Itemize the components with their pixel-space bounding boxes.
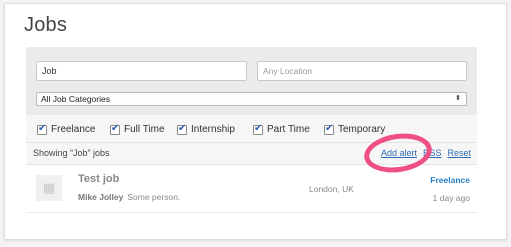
checkbox-checked-icon[interactable] — [324, 123, 334, 135]
filter-part-time[interactable]: Part Time — [253, 123, 310, 135]
job-location: London, UK — [309, 184, 354, 194]
location-placeholder: Any Location — [263, 66, 313, 76]
showing-keyword: Job — [73, 148, 88, 158]
filter-label: Internship — [191, 124, 235, 135]
location-input[interactable]: Any Location — [257, 61, 467, 81]
reset-link[interactable]: Reset — [447, 148, 471, 158]
category-select[interactable]: All Job Categories ⬍ — [36, 92, 467, 106]
showing-prefix: Showing “ — [33, 148, 74, 158]
job-type: Freelance — [430, 175, 470, 185]
filter-label: Part Time — [267, 124, 310, 135]
job-search-form: Job Any Location All Job Categories ⬍ — [26, 47, 477, 115]
filter-internship[interactable]: Internship — [177, 123, 235, 135]
job-date: 1 day ago — [432, 193, 470, 203]
filter-freelance[interactable]: Freelance — [37, 123, 96, 135]
page-title: Jobs — [24, 14, 68, 36]
company-tagline: Some person. — [127, 192, 181, 202]
filter-full-time[interactable]: Full Time — [110, 123, 165, 135]
checkbox-checked-icon[interactable] — [110, 123, 120, 135]
job-title[interactable]: Test job — [78, 173, 119, 185]
company-name: Mike Jolley — [78, 192, 124, 202]
checkbox-checked-icon[interactable] — [37, 123, 47, 135]
select-arrows-icon: ⬍ — [455, 95, 461, 102]
filter-label: Freelance — [51, 124, 96, 135]
keywords-input[interactable]: Job — [36, 61, 247, 81]
filter-label: Temporary — [338, 124, 386, 135]
filter-label: Full Time — [124, 124, 165, 135]
showing-suffix: ” jobs — [87, 148, 110, 158]
job-listing[interactable]: ▦ Test job Mike Jolley Some person. Londo… — [26, 165, 477, 213]
checkbox-checked-icon[interactable] — [177, 123, 187, 135]
showing-text: Showing “Job” jobs — [33, 148, 110, 158]
checkbox-checked-icon[interactable] — [253, 123, 263, 135]
company-logo-placeholder-icon: ▦ — [36, 175, 62, 201]
company-line: Mike Jolley Some person. — [78, 192, 180, 202]
category-selected: All Job Categories — [41, 94, 110, 104]
filter-temporary[interactable]: Temporary — [324, 123, 386, 135]
